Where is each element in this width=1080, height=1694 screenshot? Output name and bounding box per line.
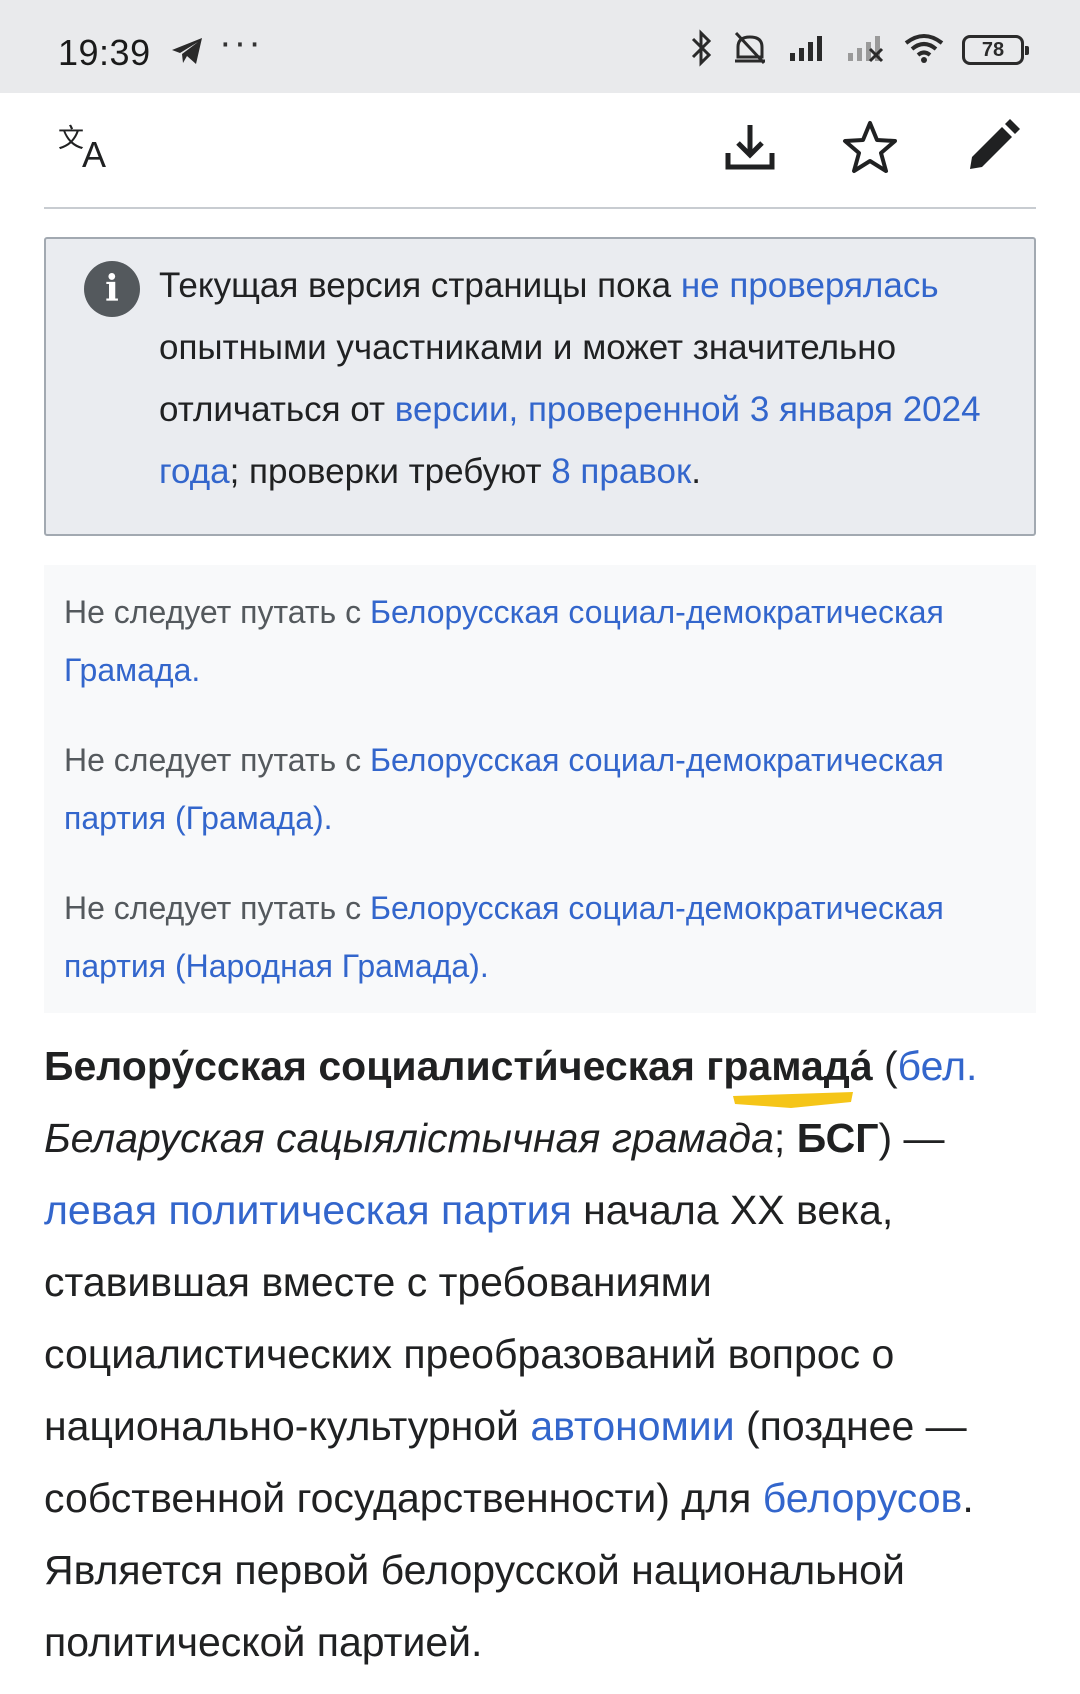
status-bar: 19:39 ··· 78 bbox=[0, 0, 1080, 93]
review-notice-text: Текущая версия страницы пока не проверял… bbox=[159, 255, 1019, 503]
hatnote: Не следует путать с Белорусская социал-д… bbox=[44, 713, 1036, 865]
hatnote: Не следует путать с Белорусская социал-д… bbox=[44, 861, 1036, 1013]
svg-text:A: A bbox=[82, 134, 106, 173]
mute-icon bbox=[730, 29, 770, 72]
download-icon[interactable] bbox=[718, 115, 782, 179]
notice-text-4: . bbox=[691, 452, 702, 491]
hatnote-suffix: . bbox=[479, 948, 489, 984]
article-lead-paragraph: Белору́сская социалисти́ческая грамада́ … bbox=[44, 1030, 1044, 1678]
hatnote: Не следует путать с Белорусская социал-д… bbox=[44, 565, 1036, 717]
separator: ; bbox=[773, 1115, 797, 1161]
telegram-icon bbox=[170, 36, 204, 71]
selection-handle-icon[interactable] bbox=[731, 1090, 856, 1110]
signal-no-service-icon bbox=[846, 33, 886, 68]
bluetooth-icon bbox=[690, 28, 712, 72]
hatnote-prefix: Не следует путать с bbox=[64, 890, 370, 926]
not-reviewed-link[interactable]: не проверялась bbox=[681, 266, 939, 305]
hatnote-prefix: Не следует путать с bbox=[64, 742, 370, 778]
article-title-term: Белору́сская социалисти́ческая грамада́ bbox=[44, 1043, 873, 1089]
pending-edits-link[interactable]: 8 правок bbox=[551, 452, 691, 491]
status-time: 19:39 bbox=[58, 32, 151, 73]
star-icon[interactable] bbox=[838, 115, 902, 179]
more-notifications-icon: ··· bbox=[219, 22, 263, 64]
status-icons: 78 bbox=[690, 28, 1029, 72]
info-icon: i bbox=[84, 261, 140, 317]
wifi-icon bbox=[904, 33, 944, 68]
autonomy-link[interactable]: автономии bbox=[530, 1403, 734, 1449]
abbreviation: БСГ bbox=[796, 1115, 879, 1161]
svg-text:文: 文 bbox=[58, 124, 84, 154]
paren-open: ( bbox=[872, 1043, 898, 1089]
toolbar-divider bbox=[44, 207, 1036, 209]
notice-text-1: Текущая версия страницы пока bbox=[159, 266, 681, 305]
belarusians-link[interactable]: белорусов bbox=[763, 1475, 963, 1521]
dash: ) — bbox=[878, 1115, 945, 1161]
edit-icon[interactable] bbox=[960, 115, 1024, 179]
hatnote-suffix: . bbox=[323, 800, 333, 836]
hatnote-prefix: Не следует путать с bbox=[64, 594, 370, 630]
translate-icon[interactable]: 文 A bbox=[56, 115, 120, 179]
review-notice: i Текущая версия страницы пока не провер… bbox=[44, 237, 1036, 536]
signal-icon bbox=[788, 33, 828, 68]
belarusian-language-link[interactable]: бел. bbox=[898, 1043, 978, 1089]
notice-text-3: ; проверки требуют bbox=[229, 452, 552, 491]
native-name: Беларуская сацыялістычная грамада bbox=[44, 1115, 774, 1161]
page-toolbar: 文 A bbox=[0, 93, 1080, 208]
hatnote-suffix: . bbox=[191, 652, 201, 688]
battery-indicator: 78 bbox=[962, 35, 1029, 65]
left-party-link[interactable]: левая политическая партия bbox=[44, 1187, 572, 1233]
